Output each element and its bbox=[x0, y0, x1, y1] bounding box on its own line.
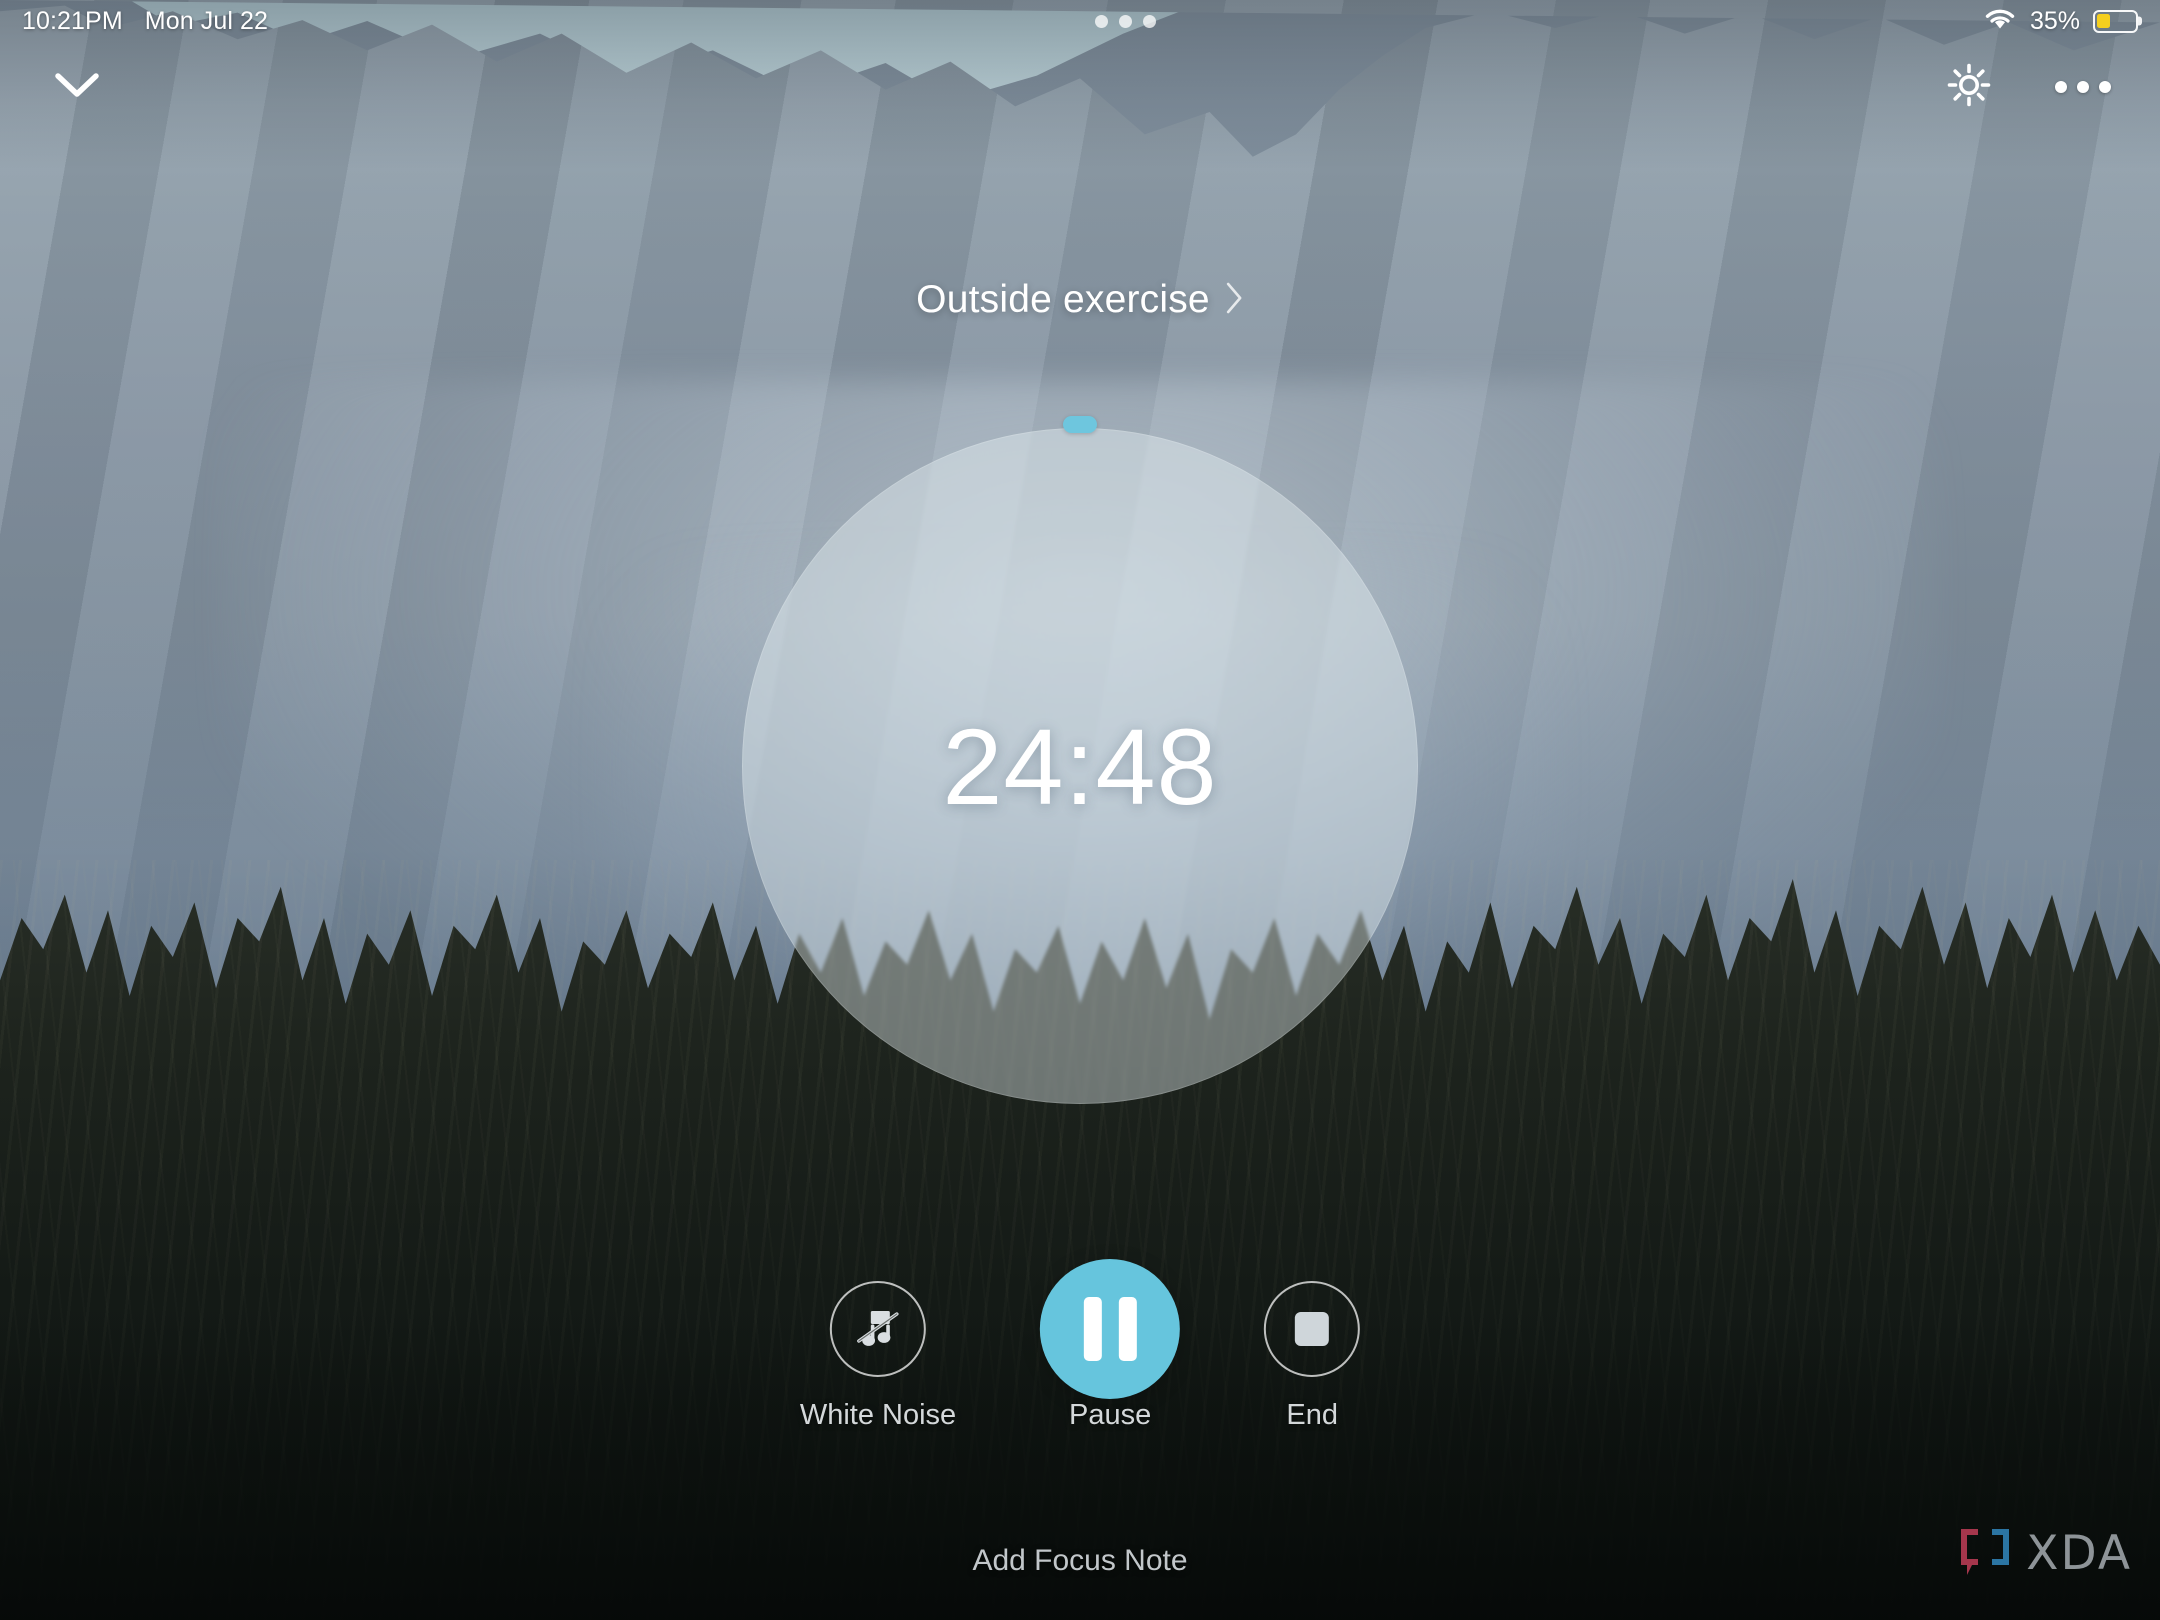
music-note-off-icon bbox=[851, 1300, 905, 1359]
pause-label: Pause bbox=[1069, 1399, 1152, 1431]
battery-percent-label: 35% bbox=[2029, 6, 2080, 35]
white-noise-label: White Noise bbox=[799, 1399, 957, 1431]
chevron-down-icon bbox=[53, 70, 101, 105]
end-label: End bbox=[1286, 1399, 1338, 1431]
page-indicator-dots bbox=[1095, 14, 1156, 28]
pause-icon-bar-right bbox=[1118, 1297, 1137, 1361]
more-horizontal-icon bbox=[2055, 81, 2111, 93]
white-noise-button[interactable]: White Noise bbox=[800, 1281, 956, 1432]
status-time: 10:21PM bbox=[22, 6, 123, 35]
pause-button[interactable]: Pause bbox=[1040, 1259, 1181, 1432]
status-bar-left: 10:21PM Mon Jul 22 bbox=[22, 7, 268, 36]
end-button[interactable]: End bbox=[1264, 1281, 1361, 1432]
status-bar: 10:21PM Mon Jul 22 35% bbox=[0, 0, 2160, 42]
page-dot bbox=[1119, 14, 1132, 28]
timer-progress-marker bbox=[1063, 416, 1097, 433]
battery-icon bbox=[2092, 9, 2138, 33]
brightness-button[interactable] bbox=[1932, 50, 2006, 124]
end-ring bbox=[1264, 1281, 1361, 1377]
status-bar-right: 35% bbox=[1983, 6, 2138, 37]
page-dot bbox=[1143, 14, 1156, 28]
add-focus-note-button[interactable]: Add Focus Note bbox=[972, 1544, 1187, 1578]
top-control-bar bbox=[0, 42, 2160, 132]
session-label: Outside exercise bbox=[916, 278, 1210, 321]
top-bar-right-actions bbox=[1932, 50, 2120, 124]
xda-watermark: XDA bbox=[1958, 1525, 2132, 1582]
collapse-button[interactable] bbox=[40, 50, 114, 124]
stop-square-icon bbox=[1295, 1312, 1330, 1346]
playback-controls: White Noise Pause End bbox=[800, 1259, 1361, 1432]
focus-timer-screen: 10:21PM Mon Jul 22 35% Outside exercise … bbox=[0, 0, 2160, 1620]
wifi-icon bbox=[1983, 6, 2017, 37]
page-dot bbox=[1095, 14, 1108, 28]
pause-icon bbox=[1083, 1297, 1102, 1361]
session-selector[interactable]: Outside exercise bbox=[916, 278, 1244, 322]
white-noise-ring bbox=[829, 1281, 926, 1377]
xda-wordmark: XDA bbox=[2026, 1526, 2132, 1581]
timer-remaining-value: 24:48 bbox=[942, 705, 1218, 827]
timer-dial[interactable]: 24:48 bbox=[742, 416, 1418, 1104]
chevron-right-icon bbox=[1224, 281, 1244, 320]
more-options-button[interactable] bbox=[2046, 50, 2120, 124]
status-date: Mon Jul 22 bbox=[144, 6, 269, 35]
pause-circle bbox=[1040, 1259, 1181, 1399]
brightness-sun-icon bbox=[1946, 62, 1992, 113]
xda-bracket-icon bbox=[1958, 1525, 2012, 1582]
battery-fill bbox=[2097, 14, 2111, 28]
timer-circle-face: 24:48 bbox=[742, 428, 1418, 1104]
